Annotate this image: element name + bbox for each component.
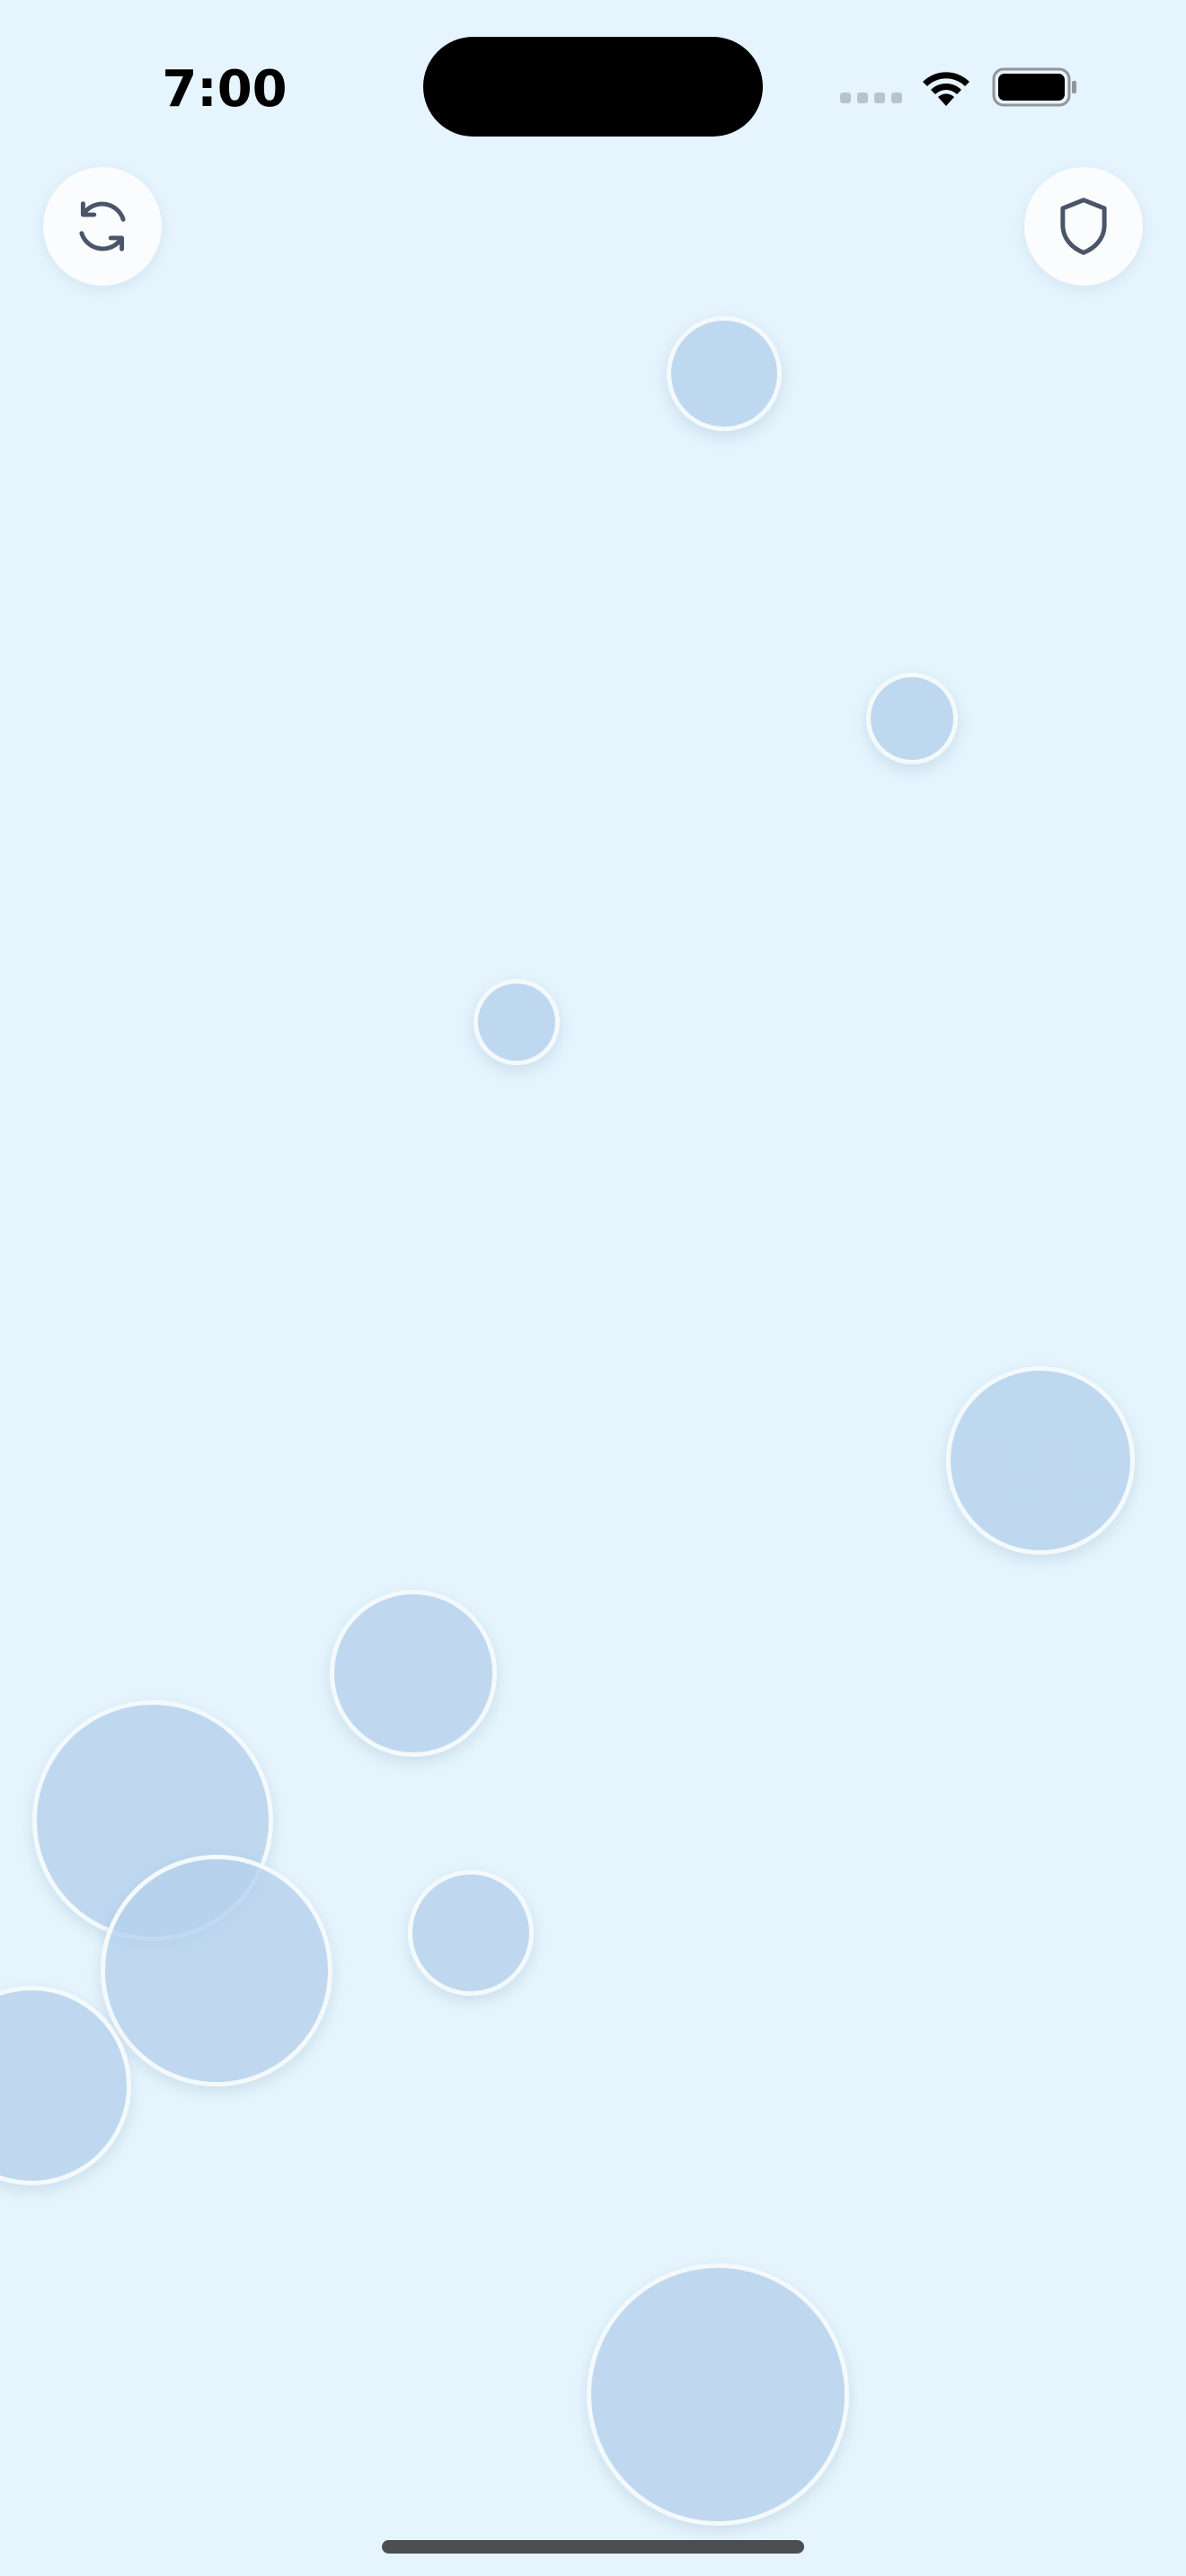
status-time: 7:00 — [162, 60, 288, 119]
bubble[interactable] — [667, 316, 782, 431]
battery-icon — [992, 67, 1076, 107]
refresh-icon — [79, 201, 126, 251]
wifi-icon — [923, 72, 969, 106]
bubble[interactable] — [587, 2263, 849, 2526]
bubble[interactable] — [866, 673, 958, 764]
cellular-signal-icon — [840, 93, 903, 107]
bubble-screen: 7:00 — [0, 0, 1186, 2576]
dynamic-island — [423, 37, 763, 137]
bubble[interactable] — [330, 1590, 497, 1757]
bubble[interactable] — [474, 979, 560, 1065]
home-indicator — [382, 2540, 804, 2554]
bubble[interactable] — [101, 1855, 332, 2086]
bubble[interactable] — [946, 1366, 1135, 1555]
shield-button[interactable] — [1024, 167, 1143, 286]
bubble[interactable] — [408, 1870, 534, 1996]
shield-icon — [1060, 198, 1107, 255]
refresh-button[interactable] — [43, 167, 162, 286]
